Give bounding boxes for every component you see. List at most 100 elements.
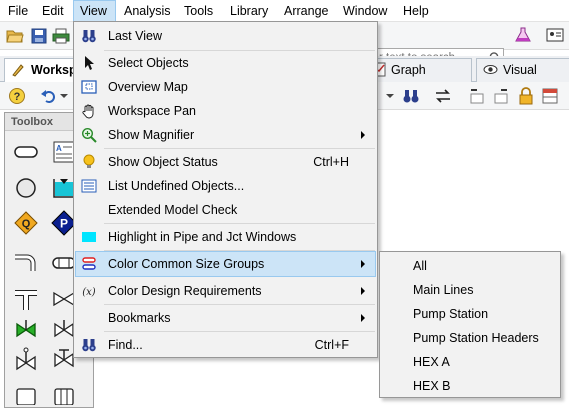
menu-item-shortcut: Ctrl+H <box>313 155 349 169</box>
swap-arrows-icon[interactable] <box>434 87 452 105</box>
separator-tool-icon[interactable] <box>51 383 77 408</box>
svg-text:P: P <box>60 217 68 231</box>
menu-item-select-objects[interactable]: Select Objects <box>76 51 375 75</box>
tab-workspace[interactable]: Worksp <box>4 58 77 82</box>
submenu-item-pump-station[interactable]: Pump Station <box>382 302 558 326</box>
menu-item-label: Color Common Size Groups <box>108 257 265 271</box>
submenu-item-label: Pump Station Headers <box>413 331 539 345</box>
menu-separator <box>104 148 375 149</box>
menu-bar: File Edit View Analysis Tools Library Ar… <box>0 0 569 22</box>
id-card-icon[interactable] <box>546 26 564 44</box>
chevron-down-icon[interactable] <box>386 92 394 100</box>
menu-item-find[interactable]: Find... Ctrl+F <box>76 333 375 357</box>
control-valve-tool-icon[interactable]: Q <box>13 210 39 236</box>
svg-text:?: ? <box>14 91 21 103</box>
align-top-icon[interactable] <box>468 87 486 105</box>
menu-item-extended-model-check[interactable]: Extended Model Check <box>76 198 375 222</box>
submenu-item-all[interactable]: All <box>382 254 558 278</box>
lock-icon[interactable] <box>517 87 535 105</box>
chevron-down-icon[interactable] <box>60 92 68 100</box>
binoculars-icon[interactable] <box>402 87 420 105</box>
bend-tool-icon[interactable] <box>13 250 39 276</box>
menu-library[interactable]: Library <box>224 0 274 22</box>
menu-item-label: Highlight in Pipe and Jct Windows <box>108 230 297 244</box>
submenu-item-label: All <box>413 259 427 273</box>
binoculars-icon <box>80 27 98 45</box>
menu-item-bookmarks[interactable]: Bookmarks <box>76 306 375 330</box>
submenu-item-hex-a[interactable]: HEX A <box>382 350 558 374</box>
menu-view[interactable]: View <box>73 0 116 22</box>
help-icon[interactable]: ? <box>8 87 26 105</box>
tank-tool-icon[interactable] <box>13 383 39 408</box>
size-groups-submenu: All Main Lines Pump Station Pump Station… <box>379 251 561 398</box>
menu-item-show-magnifier[interactable]: Show Magnifier <box>76 123 375 147</box>
menu-item-label: Workspace Pan <box>108 104 197 118</box>
menu-item-list-undefined-objects[interactable]: List Undefined Objects... <box>76 174 375 198</box>
tab-graph-results[interactable]: Graph Results <box>364 58 472 99</box>
tab-visual-report[interactable]: Visual Repor <box>476 58 569 99</box>
binoculars-icon <box>80 336 98 354</box>
junction-tool-icon[interactable] <box>13 175 39 201</box>
undo-icon[interactable] <box>40 87 58 105</box>
menu-help[interactable]: Help <box>397 0 435 22</box>
menu-item-label: Color Design Requirements <box>108 284 262 298</box>
submenu-item-hex-b[interactable]: HEX B <box>382 374 558 398</box>
print-icon[interactable] <box>52 27 70 45</box>
menu-item-label: Overview Map <box>108 80 188 94</box>
menu-item-label: List Undefined Objects... <box>108 179 245 193</box>
open-folder-icon[interactable] <box>6 27 24 45</box>
menu-window[interactable]: Window <box>337 0 393 22</box>
eye-icon <box>483 65 498 74</box>
size-groups-icon <box>80 255 98 273</box>
menu-separator <box>104 331 375 332</box>
submenu-item-pump-station-headers[interactable]: Pump Station Headers <box>382 326 558 350</box>
list-icon <box>80 177 98 195</box>
lightbulb-icon <box>80 153 98 171</box>
menu-item-label: Last View <box>108 29 162 43</box>
menu-item-label: Find... <box>108 338 143 352</box>
pipe-tool-icon[interactable] <box>13 139 39 165</box>
submenu-arrow-icon <box>361 260 365 268</box>
menu-item-workspace-pan[interactable]: Workspace Pan <box>76 99 375 123</box>
align-right-icon[interactable] <box>492 87 510 105</box>
submenu-arrow-icon <box>361 131 365 139</box>
menu-separator <box>104 250 375 251</box>
menu-arrange[interactable]: Arrange <box>278 0 334 22</box>
menu-item-color-design-requirements[interactable]: (x) Color Design Requirements <box>76 279 375 303</box>
menu-separator <box>104 304 375 305</box>
menu-edit[interactable]: Edit <box>36 0 70 22</box>
menu-file[interactable]: File <box>2 0 34 22</box>
menu-tools[interactable]: Tools <box>178 0 219 22</box>
tab-workspace-label: Worksp <box>31 63 77 77</box>
submenu-arrow-icon <box>361 287 365 295</box>
menu-analysis[interactable]: Analysis <box>118 0 177 22</box>
highlight-swatch-icon <box>80 228 98 246</box>
workspace-icon <box>12 64 24 77</box>
overview-map-icon <box>80 78 98 96</box>
submenu-item-label: HEX B <box>413 379 451 393</box>
menu-item-label: Bookmarks <box>108 311 171 325</box>
menu-item-label: Show Magnifier <box>108 128 195 142</box>
submenu-item-main-lines[interactable]: Main Lines <box>382 278 558 302</box>
menu-item-overview-map[interactable]: Overview Map <box>76 75 375 99</box>
flask-icon[interactable] <box>514 26 532 44</box>
svg-text:(x): (x) <box>82 287 96 298</box>
hand-icon <box>80 102 98 120</box>
submenu-item-label: HEX A <box>413 355 450 369</box>
assigned-flow-tool-icon[interactable] <box>13 346 39 372</box>
menu-item-label: Extended Model Check <box>108 203 238 217</box>
menu-item-highlight-in-pipe-and-jct-windows[interactable]: Highlight in Pipe and Jct Windows <box>76 225 375 249</box>
tee-tool-icon[interactable] <box>13 286 39 312</box>
menu-item-color-common-size-groups[interactable]: Color Common Size Groups <box>75 251 376 277</box>
menu-item-show-object-status[interactable]: Show Object Status Ctrl+H <box>76 150 375 174</box>
menu-item-last-view[interactable]: Last View <box>76 24 375 48</box>
save-icon[interactable] <box>30 27 48 45</box>
submenu-item-label: Main Lines <box>413 283 474 297</box>
svg-text:A: A <box>56 144 62 153</box>
table-icon[interactable] <box>541 87 559 105</box>
submenu-arrow-icon <box>361 314 365 322</box>
design-requirements-icon: (x) <box>80 282 98 300</box>
menu-separator <box>104 223 375 224</box>
check-valve-tool-icon[interactable] <box>13 316 39 342</box>
submenu-item-label: Pump Station <box>413 307 489 321</box>
